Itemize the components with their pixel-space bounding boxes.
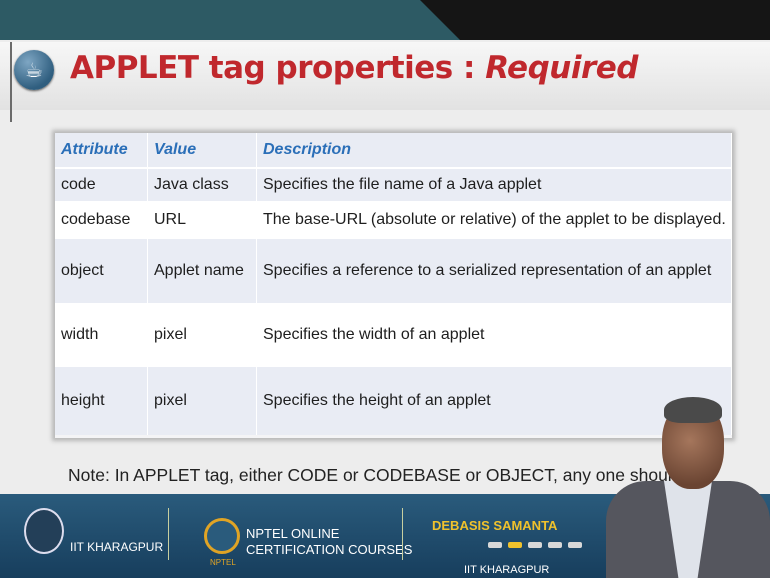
cell-value: Applet name (147, 239, 257, 303)
attributes-table: Attribute Value Description code Java cl… (55, 133, 732, 435)
table-row: object Applet name Specifies a reference… (55, 239, 732, 303)
nptel-logo-text: NPTEL (210, 558, 236, 567)
cell-attribute: object (55, 239, 148, 303)
header-description: Description (256, 133, 732, 169)
left-divider (10, 42, 12, 122)
cell-attribute: codebase (55, 201, 148, 239)
nptel-line-2: CERTIFICATION COURSES (246, 542, 413, 557)
cell-value: URL (147, 201, 257, 239)
slide-title: APPLET tag properties : Required (70, 50, 638, 86)
speaker-name: DEBASIS SAMANTA (432, 518, 558, 533)
table-row: code Java class Specifies the file name … (55, 168, 732, 201)
speaker-decoration (488, 542, 582, 548)
presenter-video (598, 395, 770, 578)
java-logo-icon: ☕ (14, 50, 54, 90)
cell-value: pixel (147, 367, 257, 435)
cell-value: Java class (147, 168, 257, 201)
presenter-hair (664, 397, 722, 423)
slide-title-emphasis: Required (485, 50, 638, 86)
footer-divider (168, 508, 169, 560)
footer-divider (402, 508, 403, 560)
table-header-row: Attribute Value Description (55, 133, 732, 169)
cell-attribute: code (55, 168, 148, 201)
nptel-line-1: NPTEL ONLINE (246, 526, 340, 541)
top-banner-accent (420, 0, 770, 40)
attributes-table-panel: Attribute Value Description code Java cl… (55, 133, 732, 438)
speaker-affiliation: IIT KHARAGPUR (464, 564, 550, 576)
cell-description: Specifies a reference to a serialized re… (256, 239, 732, 303)
iit-kharagpur-logo-icon (24, 508, 64, 554)
cell-attribute: height (55, 367, 148, 435)
nptel-label: NPTEL ONLINE CERTIFICATION COURSES (246, 526, 412, 558)
cell-description: Specifies the width of an applet (256, 303, 732, 367)
table-row: width pixel Specifies the width of an ap… (55, 303, 732, 367)
header-value: Value (147, 133, 257, 169)
cell-description: Specifies the file name of a Java applet (256, 168, 732, 201)
cell-attribute: width (55, 303, 148, 367)
cell-description: The base-URL (absolute or relative) of t… (256, 201, 732, 239)
header-attribute: Attribute (55, 133, 148, 169)
cell-value: pixel (147, 303, 257, 367)
table-row: codebase URL The base-URL (absolute or r… (55, 201, 732, 239)
institute-label: IIT KHARAGPUR (70, 540, 164, 554)
slide-title-main: APPLET tag properties : (70, 50, 486, 86)
nptel-logo-icon (204, 518, 240, 554)
